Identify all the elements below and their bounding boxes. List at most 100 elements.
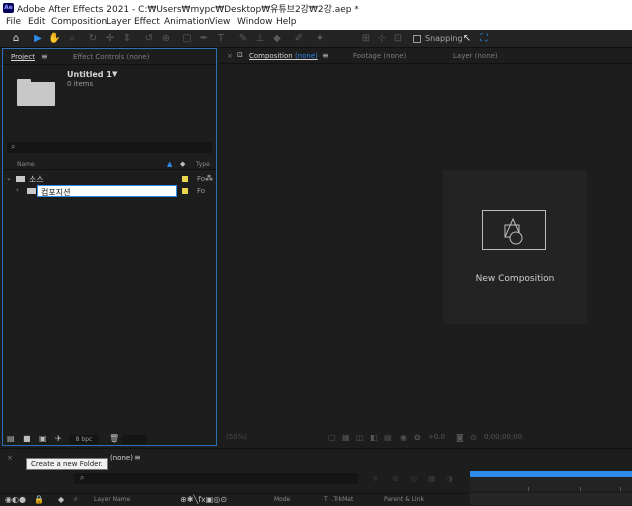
anchor-point-tool-icon[interactable]: ⊕ xyxy=(160,32,172,45)
timecode-display[interactable]: 0;00;00;00 xyxy=(484,433,522,441)
timeline-menu-icon[interactable]: ≡ xyxy=(134,453,141,462)
menu-effect[interactable]: Effect xyxy=(134,17,160,27)
snapping-checkbox[interactable] xyxy=(413,35,421,43)
layer-name-header[interactable]: Layer Name xyxy=(94,496,130,503)
lock-icon[interactable]: 🔒 xyxy=(34,495,44,504)
label-color-swatch[interactable] xyxy=(182,176,188,182)
bit-depth-button[interactable]: 8 bpc xyxy=(69,435,99,444)
rotation-tool-icon[interactable]: ↺ xyxy=(143,32,155,45)
viewer-menu-icon[interactable]: ≡ xyxy=(322,51,329,60)
label-color-swatch[interactable] xyxy=(182,188,188,194)
orbit-tool-icon[interactable]: ↻ xyxy=(87,32,99,45)
composition-tab[interactable]: Composition (none) xyxy=(249,52,318,60)
eraser-tool-icon[interactable]: ◆ xyxy=(271,32,283,45)
timeline-search-input[interactable]: ⌕ xyxy=(74,473,358,484)
close-tab-icon[interactable]: × xyxy=(227,52,233,60)
expand-chevron-icon[interactable]: ⌄ xyxy=(6,174,12,182)
brush-tool-icon[interactable]: ✎ xyxy=(237,32,249,45)
menu-layer[interactable]: Layer xyxy=(106,17,131,27)
project-tab[interactable]: Project xyxy=(11,53,35,61)
zoom-dropdown[interactable]: (50%) xyxy=(226,433,247,441)
motion-blur-icon[interactable]: ◑ xyxy=(446,474,453,483)
channel-icon[interactable]: ◧ xyxy=(370,433,378,442)
thumbnail-slider[interactable] xyxy=(121,435,147,444)
pen-tool-icon[interactable]: ✒ xyxy=(198,32,210,45)
type-tool-icon[interactable]: T xyxy=(215,32,227,45)
adjust-project-icon[interactable]: ✈ xyxy=(55,434,62,443)
frame-blending-icon[interactable]: ▦ xyxy=(428,474,436,483)
collapsed-chevron-icon[interactable]: › xyxy=(16,186,19,194)
exposure-value[interactable]: +0.0 xyxy=(428,433,445,441)
parent-link-header[interactable]: Parent & Link xyxy=(384,496,424,503)
render-queue-tab[interactable]: (none) xyxy=(110,454,133,462)
snap-options-icon[interactable]: ↖ xyxy=(461,32,473,45)
draft-3d-icon[interactable]: ⊛ xyxy=(392,474,399,483)
project-row-composition[interactable]: › 컴포지션 Fo xyxy=(3,185,216,197)
search-icon: ⌕ xyxy=(11,142,16,151)
pan-tool-icon[interactable]: ✛ xyxy=(104,32,116,45)
hand-tool-icon[interactable]: ✋ xyxy=(48,32,60,45)
new-composition-card[interactable]: New Composition xyxy=(443,170,587,324)
panel-menu-icon[interactable]: ≡ xyxy=(41,52,48,61)
mask-visibility-icon[interactable]: ◫ xyxy=(356,433,364,442)
menu-animation[interactable]: Animation xyxy=(164,17,210,27)
search-icon: ⌕ xyxy=(80,473,85,482)
switches-icons[interactable]: ⊕✱╲fx▣◎⊙ xyxy=(180,495,227,504)
roto-brush-tool-icon[interactable]: ✐ xyxy=(293,32,305,45)
snap-features-icon[interactable]: ⛶ xyxy=(478,32,490,45)
zoom-tool-icon[interactable]: ⌕ xyxy=(66,32,78,45)
exposure-icon[interactable]: ✿ xyxy=(414,433,421,442)
name-column-header[interactable]: Name xyxy=(17,161,35,168)
view-axis-icon[interactable]: ⊡ xyxy=(392,32,404,45)
puppet-tool-icon[interactable]: ✦ xyxy=(314,32,326,45)
region-of-interest-icon[interactable]: ▢ xyxy=(328,433,336,442)
type-column-header[interactable]: Type xyxy=(196,161,210,168)
timeline-panel: × (none) ≡ Create a new Folder. ⌕ ↯ ⊛ ◎ … xyxy=(0,448,632,506)
camera-icon[interactable]: ◙ xyxy=(456,433,464,442)
time-ruler[interactable] xyxy=(470,477,632,491)
clone-stamp-tool-icon[interactable]: ⊥ xyxy=(254,32,266,45)
flowchart-icon[interactable]: ⁂ xyxy=(205,174,213,183)
footage-tab[interactable]: Footage (none) xyxy=(353,52,406,60)
av-features-icons[interactable]: ◉◐● xyxy=(5,495,26,504)
menu-composition[interactable]: Composition xyxy=(51,17,107,27)
menu-file[interactable]: File xyxy=(6,17,21,27)
menu-edit[interactable]: Edit xyxy=(28,17,45,27)
label-column-icon[interactable]: ◆ xyxy=(180,160,185,168)
new-composition-icon xyxy=(482,210,546,250)
shy-icon[interactable]: ◎ xyxy=(410,474,417,483)
interpret-footage-icon[interactable]: ▤ xyxy=(7,434,15,443)
new-composition-icon[interactable]: ▣ xyxy=(39,434,47,443)
color-swatch-icon[interactable]: ◉ xyxy=(400,433,407,442)
row-type: Fo xyxy=(197,175,206,183)
menu-window[interactable]: Window xyxy=(237,17,273,27)
close-tab-icon[interactable]: × xyxy=(7,454,13,462)
selection-tool-icon[interactable]: ▶ xyxy=(32,32,44,45)
project-title-dropdown-icon[interactable]: ▼ xyxy=(112,70,117,78)
project-search-input[interactable]: ⌕ xyxy=(7,142,212,153)
world-axis-icon[interactable]: ⊹ xyxy=(376,32,388,45)
comp-mini-flowchart-icon[interactable]: ↯ xyxy=(372,474,379,483)
lock-icon[interactable]: ⊡ xyxy=(237,51,243,59)
label-icon[interactable]: ◆ xyxy=(58,495,64,504)
menu-help[interactable]: Help xyxy=(276,17,297,27)
home-icon[interactable]: ⌂ xyxy=(10,32,22,45)
axis-mode-icon[interactable]: ⊞ xyxy=(360,32,372,45)
transparency-grid-icon[interactable]: ▦ xyxy=(342,433,350,442)
timeline-track-area[interactable] xyxy=(470,493,632,505)
dolly-tool-icon[interactable]: ⇕ xyxy=(121,32,133,45)
layer-tab[interactable]: Layer (none) xyxy=(453,52,498,60)
show-snapshot-icon[interactable]: ⊙ xyxy=(470,433,477,442)
trkmat-header[interactable]: T .TrkMat xyxy=(324,496,353,503)
snapshot-icon[interactable]: ▤ xyxy=(384,433,392,442)
folder-thumbnail-tab xyxy=(17,79,31,83)
rename-field[interactable]: 컴포지션 xyxy=(37,185,177,197)
new-folder-icon[interactable]: ■ xyxy=(23,434,31,443)
menu-view[interactable]: View xyxy=(209,17,230,27)
effect-controls-tab[interactable]: Effect Controls (none) xyxy=(73,53,149,61)
sort-ascending-icon[interactable]: ▲ xyxy=(167,160,172,168)
mode-header[interactable]: Mode xyxy=(274,496,290,503)
trash-icon[interactable]: 🗑 xyxy=(109,434,119,443)
rectangle-tool-icon[interactable]: ▢ xyxy=(181,32,193,45)
project-row-source[interactable]: ⌄ 소스 Fo ⁂ xyxy=(3,173,216,185)
